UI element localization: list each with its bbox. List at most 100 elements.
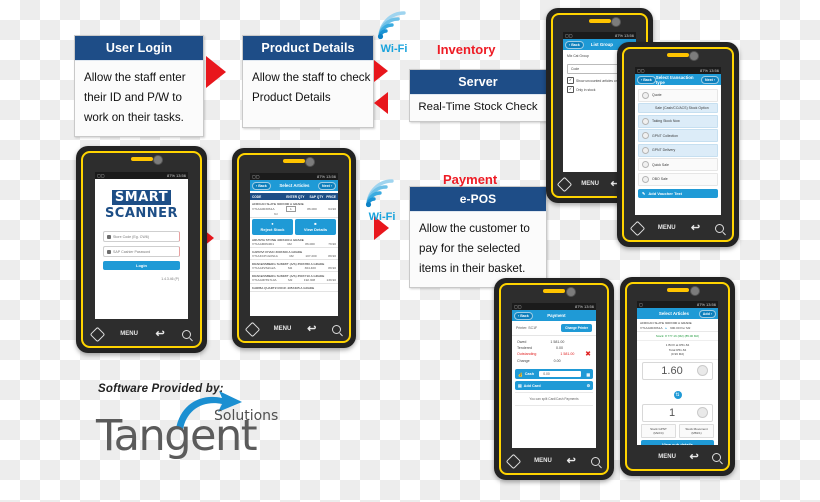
stock-gpnt-button[interactable]: Stock GPNT (M2/c4) bbox=[641, 423, 676, 439]
home-icon[interactable] bbox=[556, 176, 573, 192]
table-row[interactable]: DRAKENSBERG SUMMIT (A/S) 350X710 A GRADE… bbox=[250, 272, 338, 284]
gear-icon[interactable]: ⚙ bbox=[587, 383, 590, 388]
table-row[interactable]: CAPRIVI KHAKI 300X300 A GRADE VT1AKCP1G0… bbox=[250, 248, 338, 260]
stepper-icon[interactable] bbox=[697, 365, 708, 377]
back-icon[interactable]: ↩ bbox=[307, 323, 316, 335]
view-details-button[interactable]: ■ View Details bbox=[295, 219, 336, 235]
option-quote[interactable]: Quote bbox=[638, 88, 718, 102]
table-row[interactable]: ARUSHA STONE 400X400 A GRADE VT1AAM0N4D1… bbox=[250, 236, 338, 248]
qty-stepper[interactable]: 1 bbox=[286, 205, 296, 212]
home-icon[interactable] bbox=[244, 321, 261, 337]
status-left-icons: ▢▢ bbox=[252, 174, 260, 179]
login-button[interactable]: Login bbox=[103, 261, 180, 270]
group-dropdown[interactable]: Code bbox=[567, 64, 618, 74]
search-icon[interactable] bbox=[712, 452, 722, 462]
swap-icon[interactable]: ⇅ bbox=[673, 390, 682, 399]
menu-button[interactable]: MENU bbox=[120, 331, 138, 337]
menu-button[interactable]: MENU bbox=[274, 326, 292, 332]
status-bar: ▢▢ 87% 13:56 bbox=[250, 173, 338, 180]
speaker-icon bbox=[667, 53, 689, 57]
callout-epos-title: e-POS bbox=[410, 187, 546, 212]
view-details-label: View Details bbox=[303, 227, 328, 232]
back-icon[interactable]: ↩ bbox=[567, 455, 576, 467]
callout-epos-body: Allow the customer to pay for the select… bbox=[410, 212, 546, 287]
speaker-icon bbox=[283, 159, 305, 163]
back-icon[interactable]: ↩ bbox=[689, 451, 698, 463]
home-icon[interactable] bbox=[629, 220, 645, 236]
primary-quantity-stepper[interactable]: 1.60 bbox=[642, 361, 713, 380]
menu-button[interactable]: MENU bbox=[658, 454, 676, 460]
cash-amount-input[interactable]: 0.00 bbox=[539, 371, 582, 377]
back-button[interactable]: ‹ Back bbox=[565, 40, 584, 49]
add-voucher-text-button[interactable]: ✎ Add Voucher Text bbox=[638, 188, 718, 198]
back-icon[interactable]: ↩ bbox=[155, 328, 164, 340]
status-bar: ▢▢ 87% 13:56 bbox=[512, 303, 596, 310]
option-quick-sale[interactable]: Quick Sale bbox=[638, 158, 718, 171]
cash-payment-row[interactable]: 💰 Cash 0.00 ▦ bbox=[515, 369, 593, 379]
checkbox-icon: ✓ bbox=[567, 86, 574, 93]
callout-user-login-title: User Login bbox=[75, 36, 203, 61]
option-label: GPNT Collection bbox=[652, 133, 679, 138]
option-gpnt-collection[interactable]: GPNT Collection bbox=[638, 129, 718, 142]
table-row[interactable]: DRAKENSBERG SUMMIT (A/S) 350X350 A GRADE… bbox=[250, 260, 338, 272]
back-icon[interactable]: ↩ bbox=[691, 222, 700, 234]
back-button[interactable]: ‹ Back bbox=[252, 181, 271, 190]
article-unit: M2 bbox=[288, 277, 293, 282]
option-obo-sale[interactable]: OBO Sale bbox=[638, 172, 718, 186]
search-icon[interactable] bbox=[590, 456, 600, 466]
back-button[interactable]: ‹ Back bbox=[637, 75, 656, 84]
store-code-input[interactable]: Store Code (Eg. CW6) bbox=[103, 231, 180, 242]
details-icon: ■ bbox=[314, 221, 317, 226]
change-printer-button[interactable]: Change Printer bbox=[561, 324, 592, 332]
app-version: 1.4.3.46 (P) bbox=[161, 277, 179, 281]
tangent-logo: Tangent Solutions bbox=[96, 391, 286, 467]
next-button[interactable]: Next › bbox=[701, 75, 719, 84]
option-sale[interactable]: Sale (Cash/CC/ACS) Stock Option bbox=[638, 103, 718, 113]
next-button[interactable]: Next › bbox=[318, 181, 336, 190]
cancel-icon[interactable]: ✖ bbox=[585, 351, 591, 358]
screen-payment: ▢▢ 87% 13:56 ‹ Back Payment Printer: SC1… bbox=[512, 303, 596, 448]
back-button[interactable]: ‹ Back bbox=[514, 311, 533, 320]
status-battery: 87% bbox=[316, 174, 325, 179]
screen-title: Select Articles bbox=[279, 183, 310, 188]
article-sap-qty: 86.000 bbox=[307, 206, 317, 211]
menu-button[interactable]: MENU bbox=[581, 181, 599, 187]
status-time: 13:56 bbox=[175, 173, 186, 178]
status-time: 13:56 bbox=[623, 33, 634, 38]
search-icon[interactable] bbox=[182, 329, 192, 339]
add-button[interactable]: Add › bbox=[698, 309, 716, 318]
table-row-selected[interactable]: AFRICAN SLATE 300X300 A GRADE VT1AA0030S… bbox=[250, 200, 338, 218]
option-taking-stock-now[interactable]: Taking Stock Now bbox=[638, 114, 718, 128]
view-sub-details-button[interactable]: View sub details bbox=[641, 440, 714, 445]
reject-stock-button[interactable]: ● Reject Stock bbox=[252, 219, 293, 235]
option-gpnt-delivery[interactable]: GPNT Delivery bbox=[638, 143, 718, 157]
wifi-dot-icon bbox=[377, 33, 384, 40]
callout-user-login-body: Allow the staff enter their ID and P/W t… bbox=[75, 61, 203, 136]
article-unit: M2 bbox=[287, 265, 293, 270]
search-icon[interactable] bbox=[715, 223, 725, 233]
stock-movement-button[interactable]: Stock Movement (M81/1) bbox=[679, 423, 714, 439]
secondary-quantity-stepper[interactable]: 1 bbox=[642, 403, 713, 422]
search-icon[interactable] bbox=[332, 324, 342, 334]
detail-line: (0.96 M2) bbox=[670, 352, 685, 357]
table-row[interactable]: KARIBA QUARTZ ROCK 405X405 A GRADE bbox=[250, 284, 338, 292]
menu-button[interactable]: MENU bbox=[658, 225, 676, 231]
password-input[interactable]: SAP Cashier Password bbox=[103, 246, 180, 257]
home-icon[interactable] bbox=[89, 326, 106, 342]
calculator-icon[interactable]: ▦ bbox=[586, 372, 590, 377]
add-voucher-label: Add Voucher Text bbox=[648, 190, 682, 196]
callout-line: their ID and P/W to bbox=[84, 90, 182, 104]
wifi-icon bbox=[377, 11, 406, 40]
callout-user-login: User Login Allow the staff enter their I… bbox=[74, 35, 204, 137]
callout-server-body: Real-Time Stock Check bbox=[410, 95, 546, 121]
add-card-row[interactable]: ▤ Add Card ⚙ bbox=[515, 381, 593, 390]
android-navbar: MENU ↩ bbox=[239, 319, 349, 339]
camera-icon bbox=[565, 287, 576, 297]
menu-button[interactable]: MENU bbox=[534, 458, 552, 464]
table-header: CODE ENTER QTY SAP QTY PRICE bbox=[250, 193, 338, 200]
home-icon[interactable] bbox=[506, 453, 522, 469]
status-battery: 87% bbox=[166, 173, 175, 178]
callout-server-title: Server bbox=[410, 70, 546, 95]
column-code: CODE bbox=[252, 194, 262, 199]
stepper-icon[interactable] bbox=[697, 407, 708, 419]
